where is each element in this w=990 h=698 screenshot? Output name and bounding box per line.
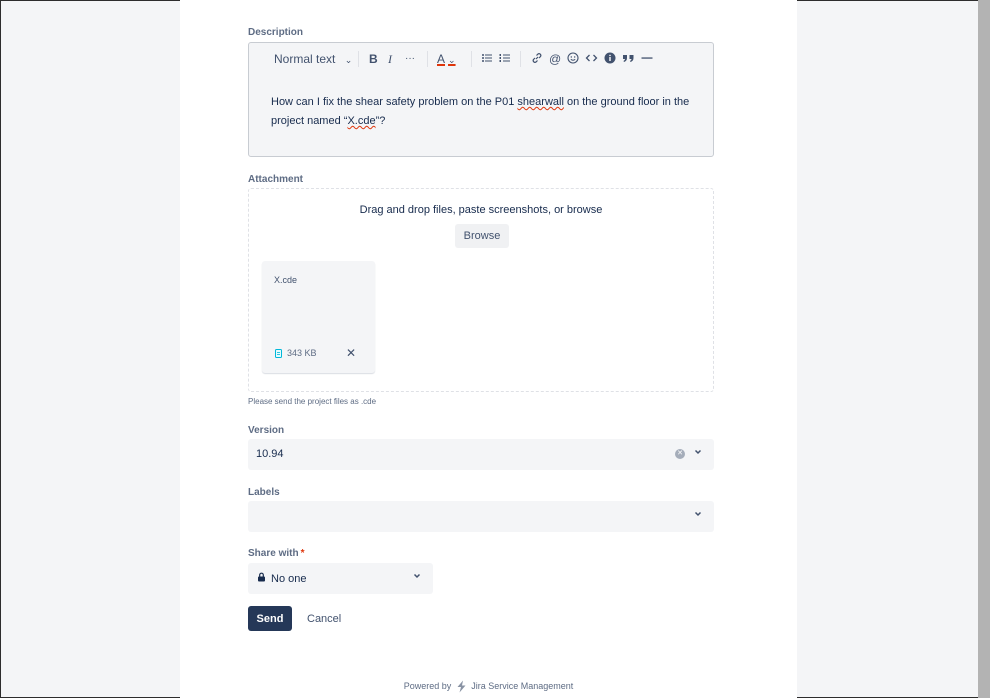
jira-service-management-link[interactable]: Jira Service Management xyxy=(471,681,573,691)
chevron-down-icon[interactable] xyxy=(413,572,421,583)
misspelled-word: X.cde xyxy=(347,115,376,127)
chevron-down-icon: ⌄ xyxy=(344,55,353,65)
file-icon xyxy=(275,348,282,358)
attached-file-card[interactable]: X.cde 343 KB ✕ xyxy=(262,261,375,373)
editor-toolbar: Normal text ⌄ B I ··· A ⌄ @ xyxy=(249,43,713,75)
footer-prefix: Powered by xyxy=(403,680,452,691)
text-color-label: A xyxy=(437,52,446,66)
info-panel-icon[interactable] xyxy=(604,52,616,67)
emoji-icon[interactable] xyxy=(567,52,579,67)
italic-button[interactable]: I xyxy=(388,52,392,66)
share-with-value: No one xyxy=(271,573,307,585)
more-formatting-button[interactable]: ··· xyxy=(405,52,415,66)
window-scrollbar[interactable] xyxy=(978,0,990,698)
toolbar-divider xyxy=(358,51,359,67)
remove-file-icon[interactable]: ✕ xyxy=(346,346,356,360)
share-with-select[interactable]: No one xyxy=(248,563,433,594)
attached-file-meta: 343 KB xyxy=(275,348,317,358)
lock-icon xyxy=(258,572,265,582)
description-editor[interactable]: Normal text ⌄ B I ··· A ⌄ @ How can I fi… xyxy=(248,42,714,157)
share-with-label-text: Share with xyxy=(248,548,299,559)
description-text: on the ground floor in the xyxy=(563,96,690,108)
divider-rule-icon[interactable] xyxy=(641,52,653,67)
description-text: How can I fix the shear safety problem o… xyxy=(271,96,518,108)
attachment-dropzone[interactable]: Drag and drop files, paste screenshots, … xyxy=(248,188,714,392)
bold-button[interactable]: B xyxy=(369,52,378,66)
chevron-down-icon: ⌄ xyxy=(448,55,456,65)
description-content[interactable]: How can I fix the shear safety problem o… xyxy=(271,93,691,131)
attachment-helper-text: Please send the project files as .cde xyxy=(248,397,377,406)
jira-bolt-icon xyxy=(457,680,466,693)
share-with-label: Share with * xyxy=(248,548,304,559)
text-color-button[interactable]: A ⌄ xyxy=(437,52,456,67)
text-style-label: Normal text xyxy=(274,52,336,66)
description-text: project named “ xyxy=(271,115,348,127)
description-label: Description xyxy=(248,27,304,38)
send-button[interactable]: Send xyxy=(248,606,292,631)
attached-file-name: X.cde xyxy=(274,275,298,285)
toolbar-divider xyxy=(471,51,472,67)
version-select[interactable]: 10.94 ✕ xyxy=(248,439,714,470)
version-value: 10.94 xyxy=(256,448,284,460)
bullet-list-icon[interactable] xyxy=(481,52,493,67)
request-form-card: Description Normal text ⌄ B I ··· A ⌄ @ … xyxy=(180,0,797,698)
powered-by-footer: Powered by Jira Service Management xyxy=(180,680,797,693)
browse-button[interactable]: Browse xyxy=(455,224,509,248)
dropzone-instructions: Drag and drop files, paste screenshots, … xyxy=(359,204,603,216)
mention-icon[interactable]: @ xyxy=(549,52,561,66)
attachment-label: Attachment xyxy=(248,174,304,185)
chevron-down-icon[interactable] xyxy=(694,510,702,521)
misspelled-word: shearwall xyxy=(517,96,564,108)
labels-label: Labels xyxy=(248,487,280,498)
description-text: ”? xyxy=(375,115,386,127)
cancel-button[interactable]: Cancel xyxy=(300,606,348,631)
numbered-list-icon[interactable] xyxy=(499,52,511,67)
attached-file-size: 343 KB xyxy=(287,348,317,358)
chevron-down-icon[interactable] xyxy=(694,448,702,459)
labels-select[interactable] xyxy=(248,501,714,532)
quote-icon[interactable] xyxy=(622,52,635,67)
version-label: Version xyxy=(248,425,285,436)
code-icon[interactable] xyxy=(585,52,598,67)
clear-icon[interactable]: ✕ xyxy=(675,449,685,459)
text-style-dropdown[interactable]: Normal text ⌄ xyxy=(274,52,352,67)
required-marker: * xyxy=(300,548,305,559)
toolbar-divider xyxy=(427,51,428,67)
toolbar-divider xyxy=(520,51,521,67)
link-icon[interactable] xyxy=(531,52,543,67)
